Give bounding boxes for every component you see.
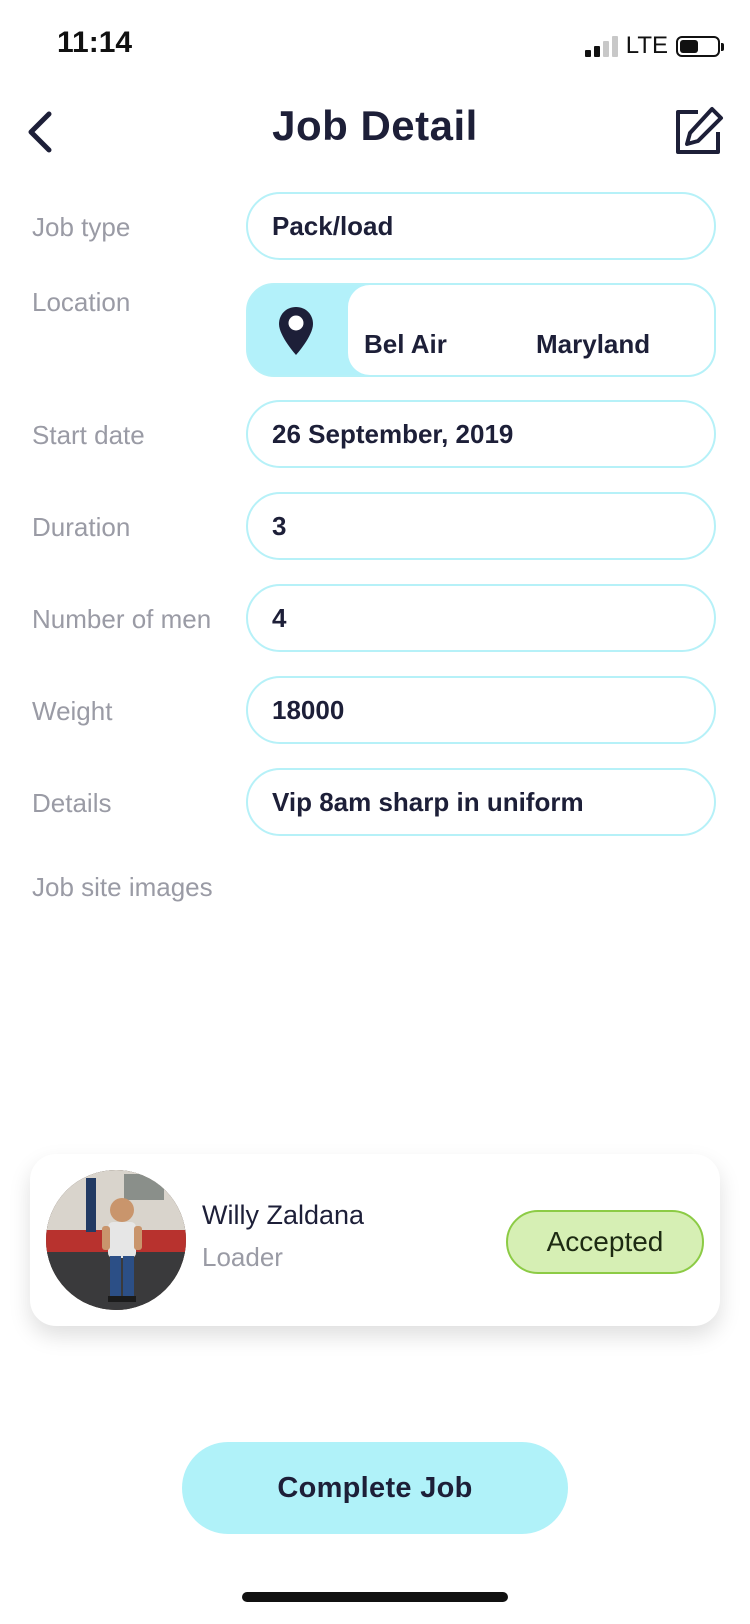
status-bar: 11:14 LTE	[0, 0, 750, 92]
location-pin-icon	[279, 307, 313, 355]
job-type-field[interactable]: Pack/load	[246, 192, 716, 260]
job-site-images-label: Job site images	[32, 872, 213, 902]
number-of-men-field[interactable]: 4	[246, 584, 716, 652]
location-label: Location	[32, 287, 131, 317]
weight-row: Weight 18000	[0, 676, 750, 746]
worker-role: Loader	[202, 1242, 283, 1272]
edit-icon	[676, 107, 723, 154]
duration-field[interactable]: 3	[246, 492, 716, 560]
start-date-label: Start date	[32, 420, 145, 450]
weight-field[interactable]: 18000	[246, 676, 716, 744]
avatar	[46, 1170, 186, 1310]
signal-icon	[584, 35, 618, 57]
weight-label: Weight	[32, 696, 113, 726]
start-date-row: Start date 26 September, 2019	[0, 400, 750, 470]
nav-header: Job Detail	[0, 92, 750, 182]
duration-row: Duration 3	[0, 492, 750, 562]
location-row: Location Bel Air Maryland	[0, 283, 750, 379]
home-indicator	[242, 1592, 508, 1602]
worker-card[interactable]: Willy Zaldana Loader Accepted	[30, 1154, 720, 1326]
location-values: Bel Air Maryland	[348, 285, 714, 375]
start-date-field[interactable]: 26 September, 2019	[246, 400, 716, 468]
status-badge: Accepted	[506, 1210, 704, 1274]
job-type-label: Job type	[32, 212, 131, 242]
status-time: 11:14	[57, 26, 133, 59]
location-field[interactable]: Bel Air Maryland	[246, 283, 716, 377]
status-indicators: LTE	[584, 32, 724, 60]
number-of-men-label: Number of men	[32, 604, 212, 634]
number-of-men-row: Number of men 4	[0, 584, 750, 654]
details-row: Details Vip 8am sharp in uniform	[0, 768, 750, 838]
network-label: LTE	[625, 32, 668, 59]
duration-label: Duration	[32, 512, 131, 542]
job-type-row: Job type Pack/load	[0, 192, 750, 262]
location-state: Maryland	[536, 329, 651, 359]
worker-photo	[46, 1170, 186, 1310]
complete-job-button[interactable]: Complete Job	[182, 1442, 568, 1534]
page-title: Job Detail	[272, 102, 478, 149]
location-city: Bel Air	[364, 329, 447, 359]
worker-name: Willy Zaldana	[202, 1200, 365, 1230]
battery-icon	[676, 35, 724, 57]
details-field[interactable]: Vip 8am sharp in uniform	[246, 768, 716, 836]
edit-button[interactable]	[666, 100, 730, 164]
details-label: Details	[32, 788, 112, 818]
